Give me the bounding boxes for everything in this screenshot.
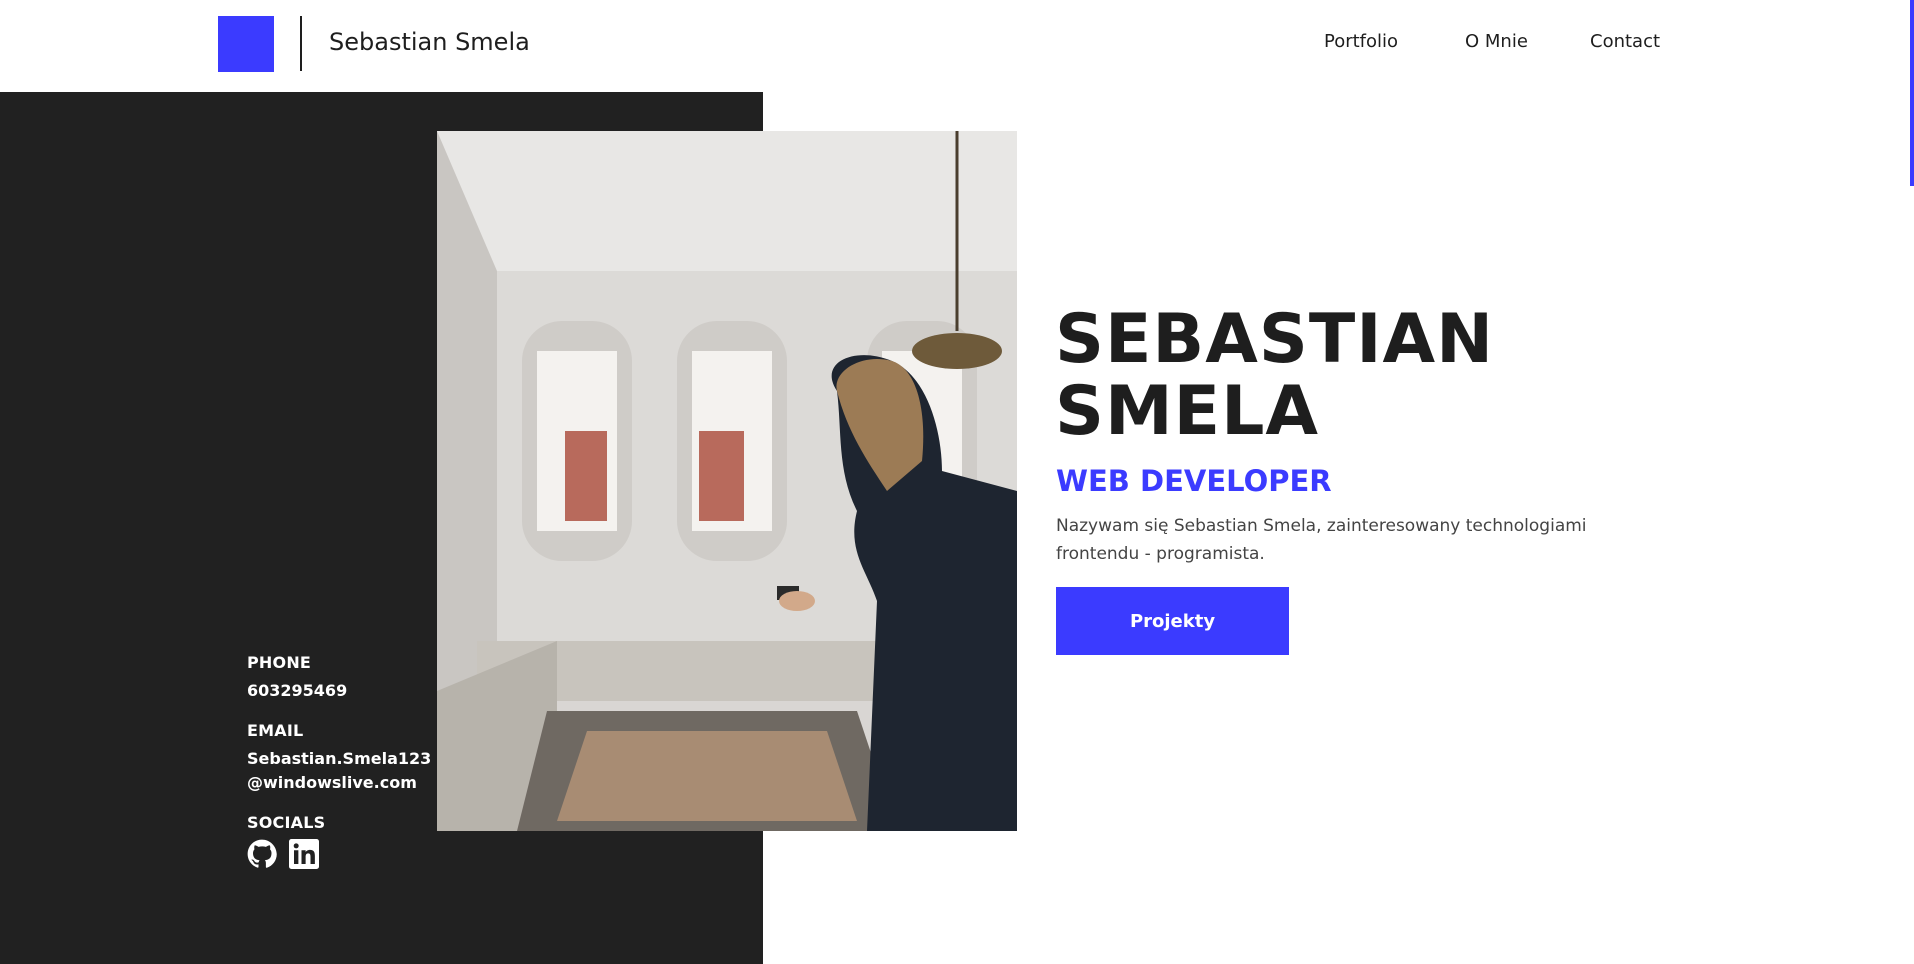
nav-link-contact[interactable]: Contact bbox=[1590, 31, 1660, 52]
nav-link-portfolio[interactable]: Portfolio bbox=[1324, 31, 1398, 52]
site-header: Sebastian Smela Portfolio O Mnie Contact bbox=[0, 0, 1914, 92]
projects-button[interactable]: Projekty bbox=[1056, 587, 1289, 655]
phone-label: PHONE bbox=[247, 653, 312, 672]
hero-subtitle: WEB DEVELOPER bbox=[1056, 464, 1332, 498]
brand-name[interactable]: Sebastian Smela bbox=[329, 28, 530, 56]
logo-square[interactable] bbox=[218, 16, 274, 72]
email-value-line1[interactable]: Sebastian.Smela123 bbox=[247, 749, 431, 768]
nav-link-o-mnie[interactable]: O Mnie bbox=[1465, 31, 1528, 52]
hero-title-line1: SEBASTIAN bbox=[1055, 300, 1495, 379]
github-icon[interactable] bbox=[247, 839, 277, 869]
hero-title: SEBASTIAN SMELA bbox=[1055, 304, 1494, 448]
profile-photo bbox=[437, 131, 1017, 831]
socials-label: SOCIALS bbox=[247, 813, 326, 832]
email-label: EMAIL bbox=[247, 721, 304, 740]
page: Sebastian Smela Portfolio O Mnie Contact bbox=[0, 0, 1914, 964]
email-value-line2[interactable]: @windowslive.com bbox=[247, 773, 417, 792]
scrollbar-thumb[interactable] bbox=[1910, 0, 1914, 186]
phone-value[interactable]: 603295469 bbox=[247, 681, 347, 700]
logo-divider bbox=[300, 16, 302, 71]
linkedin-icon[interactable] bbox=[289, 839, 319, 869]
hero-description: Nazywam się Sebastian Smela, zainteresow… bbox=[1056, 516, 1587, 564]
hero-title-line2: SMELA bbox=[1055, 372, 1320, 451]
social-links bbox=[247, 839, 319, 869]
